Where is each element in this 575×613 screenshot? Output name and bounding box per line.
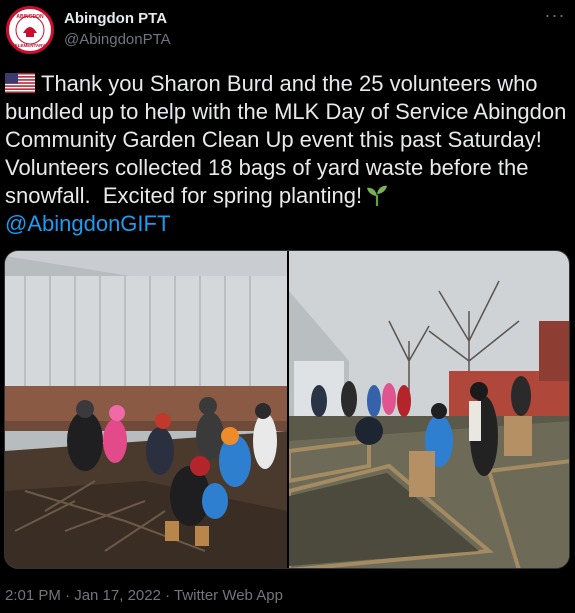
tweet-timestamp[interactable]: 2:01 PM · Jan 17, 2022 · Twitter Web App [5,586,283,606]
display-name[interactable]: Abingdon PTA [64,10,171,28]
school-seal-icon: ABINGDON ELEMENTARY [10,10,50,50]
photo-image [289,251,569,568]
mention-link[interactable]: @AbingdonGIFT [5,211,170,236]
tweet-header: ABINGDON ELEMENTARY Abingdon PTA @Abingd… [0,0,575,60]
tweet-body: Thank you Sharon Burd and the 25 volunte… [5,71,573,208]
more-options-button[interactable]: ··· [543,6,567,28]
photo-image [5,251,287,568]
media-grid [4,250,570,569]
avatar[interactable]: ABINGDON ELEMENTARY [6,6,54,54]
tweet-text: Thank you Sharon Burd and the 25 volunte… [5,70,571,238]
us-flag-icon [5,73,35,93]
photo-garden-beds-volunteers[interactable] [289,251,569,568]
svg-text:ABINGDON: ABINGDON [16,14,44,20]
seedling-icon [367,185,388,206]
account-handle[interactable]: @AbingdonPTA [64,30,171,50]
svg-text:ELEMENTARY: ELEMENTARY [15,43,46,48]
photo-garden-cleanup-volunteers[interactable] [5,251,287,568]
